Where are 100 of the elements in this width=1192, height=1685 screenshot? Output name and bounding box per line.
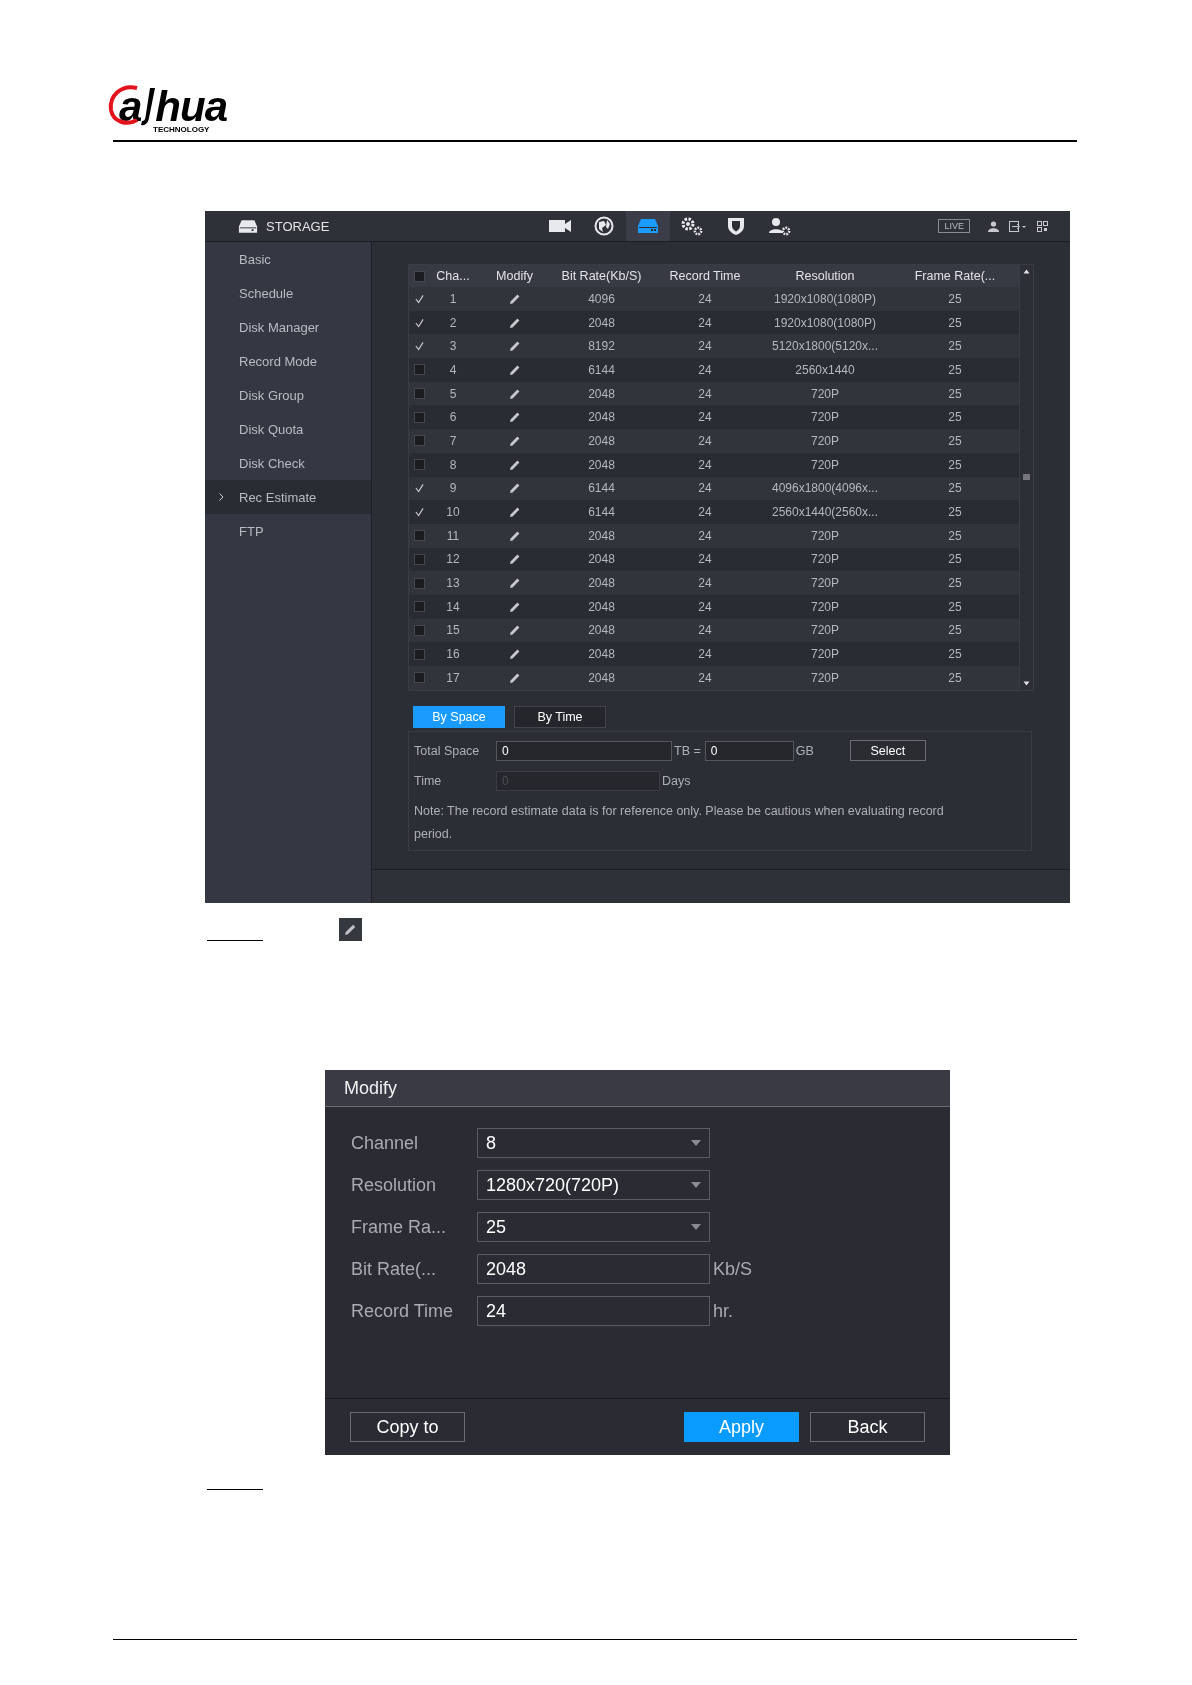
table-cell-text: 6144 xyxy=(587,362,616,377)
dropdown[interactable]: 1280x720(720P) xyxy=(477,1170,710,1200)
row-checkbox[interactable] xyxy=(414,388,425,400)
row-checkbox[interactable] xyxy=(414,411,425,423)
hard-drive-icon xyxy=(238,218,258,234)
live-button[interactable]: LIVE xyxy=(938,219,970,233)
input-field[interactable]: 2048 xyxy=(477,1254,710,1284)
row-checkbox[interactable] xyxy=(414,577,425,589)
sidebar-item[interactable]: Disk Manager xyxy=(205,310,371,344)
pencil-icon[interactable] xyxy=(508,600,521,613)
pencil-icon[interactable] xyxy=(508,363,521,376)
scroll-up-icon[interactable] xyxy=(1023,269,1030,274)
caret-down-icon xyxy=(691,1224,701,1230)
pencil-icon[interactable] xyxy=(508,529,521,542)
scrollbar[interactable] xyxy=(1019,265,1033,690)
caret-down-icon xyxy=(691,1182,701,1188)
field-label: Resolution xyxy=(351,1174,438,1196)
pencil-icon[interactable] xyxy=(508,671,521,684)
table-cell-text: 2560x1440(2560x... xyxy=(770,505,880,520)
table-cell-text: 24 xyxy=(697,623,713,638)
row-checkbox[interactable] xyxy=(414,482,425,494)
row-checkbox[interactable] xyxy=(414,601,425,613)
logout-icon[interactable] xyxy=(1009,220,1027,232)
row-checkbox[interactable] xyxy=(414,624,425,636)
table-cell-text: 2048 xyxy=(587,528,616,543)
table-cell-text: 12 xyxy=(445,552,461,567)
total-space-field[interactable]: 0 xyxy=(496,740,672,761)
gigabyte-field[interactable]: 0 xyxy=(704,740,794,761)
table-cell-text: 25 xyxy=(947,291,963,306)
row-checkbox[interactable] xyxy=(414,364,425,376)
dialog-title: Modify xyxy=(344,1077,397,1099)
row-checkbox[interactable] xyxy=(414,459,425,471)
select-all-checkbox[interactable] xyxy=(414,270,425,282)
row-checkbox[interactable] xyxy=(414,530,425,542)
table-cell-text: 720P xyxy=(810,576,840,591)
sidebar-item[interactable]: Record Mode xyxy=(205,344,371,378)
scroll-down-icon[interactable] xyxy=(1023,680,1030,686)
row-checkbox[interactable] xyxy=(414,648,425,660)
table-cell-text: 24 xyxy=(697,481,713,496)
video-camera-icon xyxy=(549,219,571,233)
table-cell-text: 24 xyxy=(697,552,713,567)
pencil-icon[interactable] xyxy=(508,340,521,353)
table-cell-text: 2048 xyxy=(587,623,616,638)
pencil-icon[interactable] xyxy=(508,648,521,661)
table-cell-text: 4096x1800(4096x... xyxy=(770,481,880,496)
user-icon[interactable] xyxy=(988,220,999,232)
table-cell-text: 720P xyxy=(810,433,840,448)
grip-icon[interactable] xyxy=(1023,474,1030,481)
row-checkbox[interactable] xyxy=(414,435,425,447)
pencil-icon[interactable] xyxy=(508,411,521,424)
unit-label: GB xyxy=(795,743,814,758)
unit-label: Kb/S xyxy=(713,1258,753,1280)
dialog-button[interactable]: Back xyxy=(810,1412,925,1442)
pencil-icon[interactable] xyxy=(344,923,357,936)
table-cell-text: 720P xyxy=(810,623,840,638)
pencil-icon[interactable] xyxy=(508,506,521,519)
sidebar-item[interactable]: Disk Group xyxy=(205,378,371,412)
logo-tagline: TECHNOLOGY xyxy=(153,125,210,134)
table-cell-text: 2048 xyxy=(587,386,616,401)
table-cell-text: 7 xyxy=(448,433,458,448)
column-header: Record Time xyxy=(668,269,742,283)
table-cell-text: 8 xyxy=(448,457,458,472)
pencil-icon[interactable] xyxy=(508,458,521,471)
table-cell-text: 24 xyxy=(697,315,713,330)
dropdown[interactable]: 25 xyxy=(477,1212,710,1242)
pencil-icon[interactable] xyxy=(508,624,521,637)
dialog-button[interactable]: Copy to xyxy=(350,1412,465,1442)
pencil-icon[interactable] xyxy=(508,482,521,495)
input-field[interactable]: 24 xyxy=(477,1296,710,1326)
table-cell-text: 14 xyxy=(445,599,461,614)
sidebar-item[interactable]: Schedule xyxy=(205,276,371,310)
table-cell-text: 2 xyxy=(448,315,458,330)
select-button[interactable]: Select xyxy=(849,740,926,762)
qr-code-icon[interactable] xyxy=(1037,220,1048,232)
row-checkbox[interactable] xyxy=(414,672,425,684)
globe-icon xyxy=(594,216,614,236)
row-checkbox[interactable] xyxy=(414,553,425,565)
pencil-icon[interactable] xyxy=(508,577,521,590)
table-cell-text: 17 xyxy=(445,670,461,685)
pencil-icon[interactable] xyxy=(508,434,521,447)
sidebar-item[interactable]: Disk Check xyxy=(205,446,371,480)
sidebar-item[interactable]: Rec Estimate xyxy=(205,480,371,514)
table-cell-text: 24 xyxy=(697,362,713,377)
pencil-icon[interactable] xyxy=(508,553,521,566)
sidebar-item[interactable]: Disk Quota xyxy=(205,412,371,446)
table-cell-text: 2048 xyxy=(587,552,616,567)
table-cell-text: 25 xyxy=(947,552,963,567)
table-cell-text: 6144 xyxy=(587,481,616,496)
mode-tab[interactable]: By Time xyxy=(514,705,606,728)
pencil-icon[interactable] xyxy=(508,387,521,400)
table-cell-text: 2048 xyxy=(587,647,616,662)
sidebar-item[interactable]: Basic xyxy=(205,242,371,276)
table-cell-text: 25 xyxy=(947,410,963,425)
table-cell-text: 24 xyxy=(697,410,713,425)
dropdown[interactable]: 8 xyxy=(477,1128,710,1158)
pencil-icon[interactable] xyxy=(508,292,521,305)
table-cell-text: 2048 xyxy=(587,315,616,330)
sidebar-item[interactable]: FTP xyxy=(205,514,371,548)
row-checkbox[interactable] xyxy=(414,340,425,352)
pencil-icon[interactable] xyxy=(508,316,521,329)
